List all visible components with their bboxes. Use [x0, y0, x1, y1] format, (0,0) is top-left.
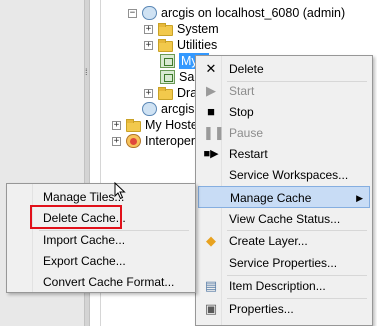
- interoperability-icon: [126, 134, 141, 148]
- tree-node-hosted[interactable]: + My Hoste: [112, 117, 198, 133]
- tree-node-interop[interactable]: + Interopera: [112, 133, 202, 149]
- mouse-cursor-icon: [114, 182, 126, 200]
- properties-icon: ▣: [204, 301, 218, 316]
- menu-item-create-layer[interactable]: ◆ Create Layer...: [198, 230, 370, 252]
- folder-icon: [158, 22, 173, 36]
- server-icon: [142, 6, 157, 20]
- menu-item-view-cache-status[interactable]: View Cache Status...: [198, 208, 370, 230]
- stop-icon: ■: [207, 104, 215, 119]
- submenu-item-export-cache[interactable]: Export Cache...: [9, 250, 194, 272]
- map-service-icon: [160, 54, 175, 68]
- menu-item-label: Manage Cache: [230, 191, 312, 205]
- close-icon: ✕: [205, 61, 217, 76]
- menu-item-properties[interactable]: ▣ Properties...: [198, 298, 370, 320]
- folder-icon: [158, 86, 173, 100]
- menu-item-label: Service Properties...: [229, 256, 338, 270]
- menu-item-stop[interactable]: ■ Stop: [198, 101, 370, 123]
- server-icon: [142, 102, 157, 116]
- restart-icon: ■▶: [203, 148, 219, 160]
- menu-item-restart[interactable]: ■▶ Restart: [198, 143, 370, 165]
- menu-item-label: Create Layer...: [229, 234, 308, 248]
- submenu-item-import-cache[interactable]: Import Cache...: [9, 229, 194, 251]
- menu-item-service-properties[interactable]: Service Properties...: [198, 252, 370, 274]
- hosted-services-icon: [126, 118, 141, 132]
- menu-item-label: Stop: [229, 105, 254, 119]
- expand-icon[interactable]: +: [144, 88, 153, 98]
- tree-node-folder[interactable]: + Utilities: [144, 37, 217, 53]
- menu-item-service-workspaces[interactable]: Service Workspaces...: [198, 164, 370, 186]
- menu-item-label: View Cache Status...: [229, 212, 341, 226]
- tree-node-label: Utilities: [177, 38, 218, 52]
- menu-item-item-description[interactable]: ▤ Item Description...: [198, 275, 370, 297]
- menu-item-label: Delete: [229, 62, 264, 76]
- expand-icon[interactable]: +: [144, 24, 153, 34]
- tree-node-label: Interopera: [145, 134, 202, 148]
- menu-item-manage-cache[interactable]: Manage Cache ▶: [198, 186, 370, 208]
- tree-node-label: arcgis: [161, 102, 195, 116]
- menu-item-delete[interactable]: ✕ Delete: [198, 58, 370, 80]
- document-icon: ▤: [204, 278, 218, 293]
- collapse-icon[interactable]: −: [128, 8, 137, 18]
- menu-item-label: Restart: [229, 147, 268, 161]
- tree-node-server[interactable]: arcgis: [142, 101, 194, 117]
- highlight-box: [30, 205, 122, 229]
- diamond-icon: ◆: [206, 233, 216, 248]
- tree-node-folder[interactable]: + System: [144, 21, 219, 37]
- submenu-item-convert-cache-format[interactable]: Convert Cache Format...: [9, 271, 194, 293]
- menu-item-label: Convert Cache Format...: [43, 275, 175, 289]
- tree-node-folder[interactable]: + Dra: [144, 85, 197, 101]
- expand-icon[interactable]: +: [144, 40, 153, 50]
- menu-item-label: Import Cache...: [43, 233, 126, 247]
- tree-node-label: System: [177, 22, 219, 36]
- menu-item-label: Properties...: [229, 302, 294, 316]
- menu-item-label: Item Description...: [229, 279, 326, 293]
- menu-item-pause[interactable]: ❚❚ Pause: [198, 122, 370, 144]
- folder-icon: [158, 38, 173, 52]
- context-menu: ✕ Delete ▶ Start ■ Stop ❚❚ Pause ■▶ Rest…: [195, 55, 373, 326]
- splitter-grip-icon[interactable]: ⁞: [85, 68, 89, 77]
- expand-icon[interactable]: +: [112, 120, 121, 130]
- menu-item-label: Start: [229, 84, 255, 98]
- tree-node-server[interactable]: − arcgis on localhost_6080 (admin): [128, 5, 345, 21]
- menu-item-start[interactable]: ▶ Start: [198, 80, 370, 102]
- pause-icon: ❚❚: [203, 125, 225, 140]
- manage-cache-submenu: Manage Tiles... Delete Cache... Import C…: [6, 183, 196, 293]
- tree-node-label: arcgis on localhost_6080 (admin): [161, 6, 346, 20]
- map-service-icon: [160, 70, 175, 84]
- menu-item-label: Export Cache...: [43, 254, 126, 268]
- expand-icon[interactable]: +: [112, 136, 121, 146]
- tree-node-label: My Hoste: [145, 118, 198, 132]
- menu-item-label: Service Workspaces...: [229, 168, 349, 182]
- play-icon: ▶: [206, 83, 216, 98]
- menu-item-label: Pause: [229, 126, 264, 140]
- submenu-arrow-icon: ▶: [356, 193, 363, 203]
